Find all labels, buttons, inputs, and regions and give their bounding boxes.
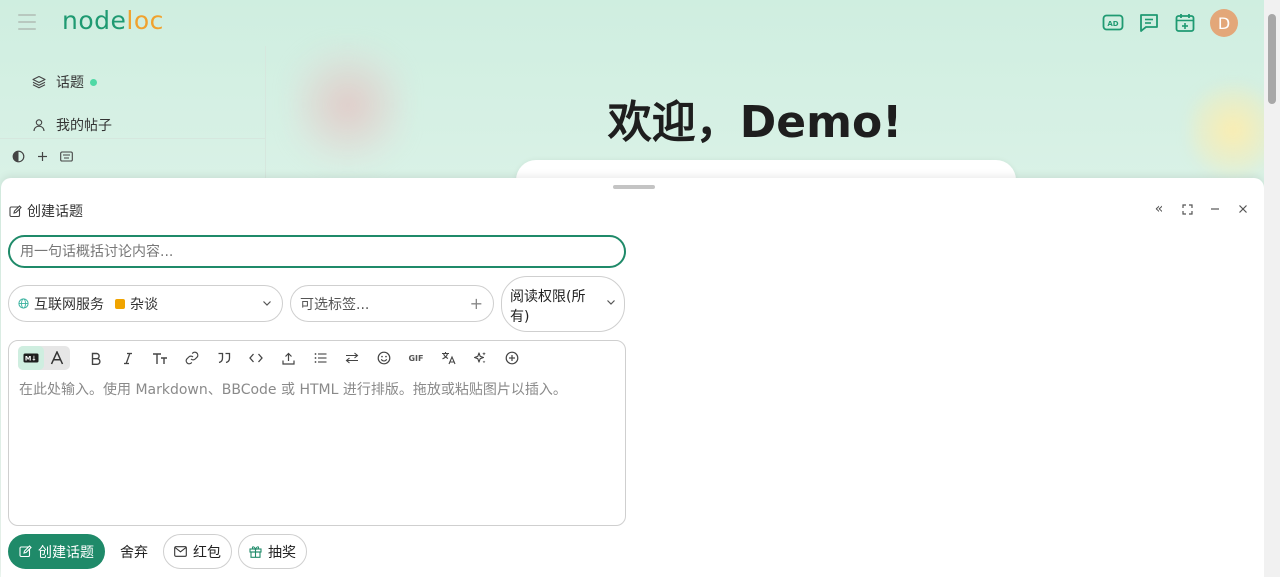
chat-icon[interactable] [1138, 12, 1160, 34]
top-header: nodeloc AD D [0, 0, 1264, 46]
category-child-label: 杂谈 [130, 296, 158, 313]
close-icon[interactable] [1236, 202, 1250, 216]
rich-text-mode-icon[interactable] [44, 346, 70, 370]
create-topic-label: 创建话题 [38, 544, 94, 561]
minimize-icon[interactable] [1208, 202, 1222, 216]
composer-window-controls: « [1152, 202, 1250, 216]
scrollbar-thumb[interactable] [1268, 14, 1276, 104]
red-packet-label: 红包 [193, 544, 221, 561]
editor-toolbar: M↓ GIF [18, 346, 528, 370]
sidebar: 话题 我的帖子 [0, 46, 266, 186]
italic-icon[interactable] [112, 346, 144, 370]
editor-mode-toggle: M↓ [18, 346, 70, 370]
blurred-background-card [288, 40, 408, 170]
layers-icon [32, 75, 46, 89]
edit-icon [9, 204, 22, 217]
gif-label: GIF [408, 353, 424, 363]
tags-selector[interactable]: 可选标签... + [290, 285, 494, 322]
chevron-down-icon [263, 301, 271, 306]
upload-icon[interactable] [272, 346, 304, 370]
sidebar-item-topics[interactable]: 话题 [32, 72, 97, 92]
composer-panel: 创建话题 « 互联网服务 杂谈 可选标签... + 阅读权限(所有) [1, 178, 1264, 577]
logo-text-accent: loc [126, 6, 164, 35]
hamburger-menu-icon[interactable] [18, 14, 36, 30]
markdown-mode-icon[interactable]: M↓ [18, 346, 44, 370]
tags-placeholder: 可选标签... [300, 296, 370, 313]
composer-resize-grip[interactable] [613, 185, 655, 189]
more-options-icon[interactable] [496, 346, 528, 370]
post-body-textarea[interactable] [9, 377, 625, 525]
ad-icon[interactable]: AD [1102, 12, 1124, 34]
code-icon[interactable] [240, 346, 272, 370]
red-packet-button[interactable]: 红包 [163, 534, 232, 569]
header-actions: AD D [1102, 9, 1238, 37]
calendar-add-icon[interactable] [1174, 12, 1196, 34]
composer-title-text: 创建话题 [27, 204, 83, 220]
category-selector[interactable]: 互联网服务 杂谈 [8, 285, 283, 322]
chevron-down-icon [607, 300, 615, 305]
emoji-icon[interactable] [368, 346, 400, 370]
user-avatar[interactable]: D [1210, 9, 1238, 37]
sidebar-divider [0, 138, 266, 139]
page-scrollbar[interactable] [1264, 0, 1280, 577]
composer-footer: 创建话题 舍弃 红包 抽奖 [8, 534, 307, 569]
edit-icon [19, 545, 32, 558]
gif-icon[interactable]: GIF [400, 346, 432, 370]
create-topic-button[interactable]: 创建话题 [8, 534, 105, 569]
svg-text:AD: AD [1107, 20, 1118, 28]
envelope-icon [174, 546, 187, 557]
lottery-button[interactable]: 抽奖 [238, 534, 307, 569]
plus-icon: + [469, 294, 483, 313]
list-icon[interactable] [304, 346, 336, 370]
category-parent-label: 互联网服务 [34, 296, 104, 313]
site-logo[interactable]: nodeloc [62, 6, 164, 35]
sidebar-item-label: 我的帖子 [56, 118, 112, 134]
svg-text:M↓: M↓ [25, 355, 37, 363]
sidebar-item-label: 话题 [56, 75, 84, 91]
composer-title: 创建话题 [9, 201, 83, 221]
read-permission-label: 阅读权限(所有) [510, 289, 586, 325]
bold-icon[interactable] [80, 346, 112, 370]
read-permission-selector[interactable]: 阅读权限(所有) [501, 276, 625, 332]
toggle-direction-icon[interactable] [336, 346, 368, 370]
gift-icon [249, 546, 262, 558]
logo-text-primary: node [62, 6, 127, 35]
sidebar-tools [12, 150, 73, 163]
link-icon[interactable] [176, 346, 208, 370]
fullscreen-icon[interactable] [1180, 202, 1194, 216]
post-editor: M↓ GIF [8, 340, 626, 526]
welcome-heading: 欢迎，Demo! [607, 97, 903, 148]
heading-icon[interactable] [144, 346, 176, 370]
keyboard-icon[interactable] [60, 151, 73, 162]
theme-toggle-icon[interactable] [12, 150, 25, 163]
quote-icon[interactable] [208, 346, 240, 370]
ai-sparkle-icon[interactable] [464, 346, 496, 370]
collapse-left-icon[interactable]: « [1152, 202, 1166, 216]
discard-button[interactable]: 舍弃 [111, 534, 157, 569]
lottery-label: 抽奖 [268, 544, 296, 561]
translate-icon[interactable] [432, 346, 464, 370]
sidebar-item-my-posts[interactable]: 我的帖子 [32, 115, 112, 135]
user-icon [33, 119, 45, 132]
topic-title-input[interactable] [8, 235, 626, 268]
globe-icon [18, 298, 29, 309]
plus-icon[interactable] [37, 151, 48, 162]
unread-dot [90, 78, 97, 86]
category-color-square [115, 298, 125, 309]
